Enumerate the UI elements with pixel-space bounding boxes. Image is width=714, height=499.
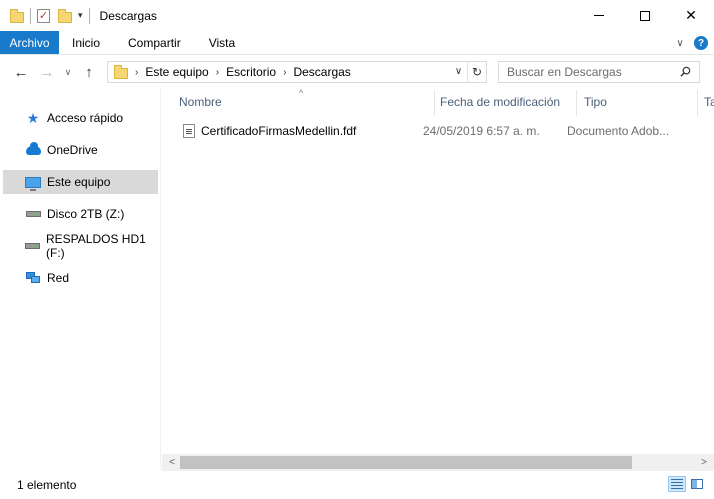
sidebar-item-this-pc[interactable]: Este equipo — [3, 170, 158, 194]
folder-icon — [10, 8, 24, 23]
large-icons-view-button[interactable] — [688, 476, 706, 492]
expand-ribbon-icon[interactable]: ∨ — [670, 38, 690, 49]
search-box — [498, 61, 700, 83]
quick-access-toolbar: ✓ ▾ Descargas — [0, 0, 157, 31]
sidebar-item-label: Acceso rápido — [47, 111, 124, 125]
breadcrumb-this-pc[interactable]: Este equipo — [145, 65, 208, 79]
details-view-icon — [671, 479, 683, 489]
horizontal-scrollbar[interactable]: < > — [162, 454, 714, 471]
sidebar-item-drive-z[interactable]: Disco 2TB (Z:) — [3, 202, 158, 226]
search-input[interactable] — [507, 63, 677, 81]
properties-icon[interactable]: ✓ — [37, 8, 50, 23]
tab-home[interactable]: Inicio — [59, 31, 114, 54]
document-icon — [183, 124, 195, 138]
address-row: ← → ∨ ↑ › Este equipo › Escritorio › Des… — [0, 56, 714, 88]
address-bar[interactable]: › Este equipo › Escritorio › Descargas ∨… — [107, 61, 487, 83]
sidebar-item-onedrive[interactable]: OneDrive — [3, 138, 158, 162]
sidebar-item-label: Disco 2TB (Z:) — [47, 207, 125, 221]
column-header-label: Ta — [704, 95, 714, 109]
sidebar-item-network[interactable]: Red — [3, 266, 158, 290]
large-icons-view-icon — [691, 479, 703, 489]
column-header-label: Fecha de modificación — [440, 95, 561, 109]
file-date: 24/05/2019 6:57 a. m. — [423, 124, 540, 138]
column-header-name[interactable]: Nombre — [162, 88, 434, 116]
sidebar-item-quick-access[interactable]: ★ Acceso rápido — [3, 106, 158, 130]
scroll-right-button[interactable]: > — [696, 454, 712, 471]
sidebar-item-label: OneDrive — [47, 143, 98, 157]
column-header-date[interactable]: Fecha de modificación — [423, 88, 567, 116]
star-icon: ★ — [26, 110, 40, 126]
cloud-icon — [25, 141, 41, 157]
maximize-icon — [640, 10, 650, 21]
drive-icon — [25, 207, 41, 221]
sidebar-item-label: RESPALDOS HD1 (F:) — [46, 232, 146, 260]
address-dropdown-button[interactable]: ∨ — [450, 62, 468, 82]
back-button[interactable]: ← — [8, 64, 34, 81]
column-header-size[interactable]: Ta — [687, 88, 714, 116]
navigation-pane: ★ Acceso rápido OneDrive Este equipo Dis… — [0, 88, 161, 469]
close-button[interactable]: ✕ — [668, 0, 714, 31]
search-icon[interactable] — [680, 66, 691, 77]
breadcrumb-desktop[interactable]: Escritorio — [226, 65, 276, 79]
status-bar: 1 elemento — [0, 471, 714, 499]
sidebar-item-label: Red — [47, 271, 70, 285]
drive-icon — [25, 239, 40, 253]
breadcrumb-downloads[interactable]: Descargas — [293, 65, 350, 79]
network-icon — [25, 271, 41, 285]
tab-file[interactable]: Archivo — [0, 31, 59, 54]
close-icon: ✕ — [685, 7, 697, 23]
item-count: 1 elemento — [17, 478, 77, 492]
sidebar-item-drive-f[interactable]: RESPALDOS HD1 (F:) — [3, 232, 158, 260]
file-name: CertificadoFirmasMedellin.fdf — [201, 124, 357, 138]
details-view-button[interactable] — [668, 476, 686, 492]
new-folder-icon[interactable] — [58, 8, 72, 23]
sidebar-item-label: Este equipo — [47, 175, 111, 189]
window-title: Descargas — [99, 8, 157, 23]
view-switcher — [666, 476, 706, 492]
tab-view[interactable]: Vista — [195, 31, 249, 54]
table-row[interactable]: CertificadoFirmasMedellin.fdf 24/05/2019… — [179, 121, 709, 141]
toolbar-divider — [88, 7, 90, 24]
ribbon-controls: ∨ ? — [670, 31, 714, 55]
customize-toolbar-icon[interactable]: ▾ — [78, 10, 83, 21]
file-type: Documento Adob... — [567, 124, 670, 138]
address-controls: ∨ ↻ — [450, 62, 486, 82]
folder-icon — [114, 65, 128, 79]
ribbon-tabs: Archivo Inicio Compartir Vista ∨ ? — [0, 31, 714, 55]
title-bar: ✓ ▾ Descargas ✕ — [0, 0, 714, 31]
toolbar-divider — [30, 7, 31, 24]
scrollbar-thumb[interactable] — [180, 456, 632, 469]
refresh-button[interactable]: ↻ — [468, 65, 486, 79]
chevron-right-icon[interactable]: › — [283, 67, 286, 78]
window-controls: ✕ — [576, 0, 714, 31]
chevron-right-icon[interactable]: › — [216, 67, 219, 78]
column-header-type[interactable]: Tipo — [567, 88, 697, 116]
maximize-button[interactable] — [622, 0, 668, 31]
tab-share[interactable]: Compartir — [114, 31, 195, 54]
scroll-left-button[interactable]: < — [164, 454, 180, 471]
minimize-button[interactable] — [576, 0, 622, 31]
minimize-icon — [594, 15, 604, 16]
file-list: ^ Nombre Fecha de modificación Tipo Ta C… — [162, 88, 714, 455]
column-header-label: Tipo — [584, 95, 607, 109]
up-button[interactable]: ↑ — [76, 64, 102, 81]
help-icon[interactable]: ? — [694, 36, 708, 50]
forward-button[interactable]: → — [34, 64, 60, 81]
chevron-right-icon[interactable]: › — [135, 67, 138, 78]
monitor-icon — [25, 175, 41, 191]
recent-locations-button[interactable]: ∨ — [60, 67, 76, 78]
column-header-label: Nombre — [179, 95, 222, 109]
